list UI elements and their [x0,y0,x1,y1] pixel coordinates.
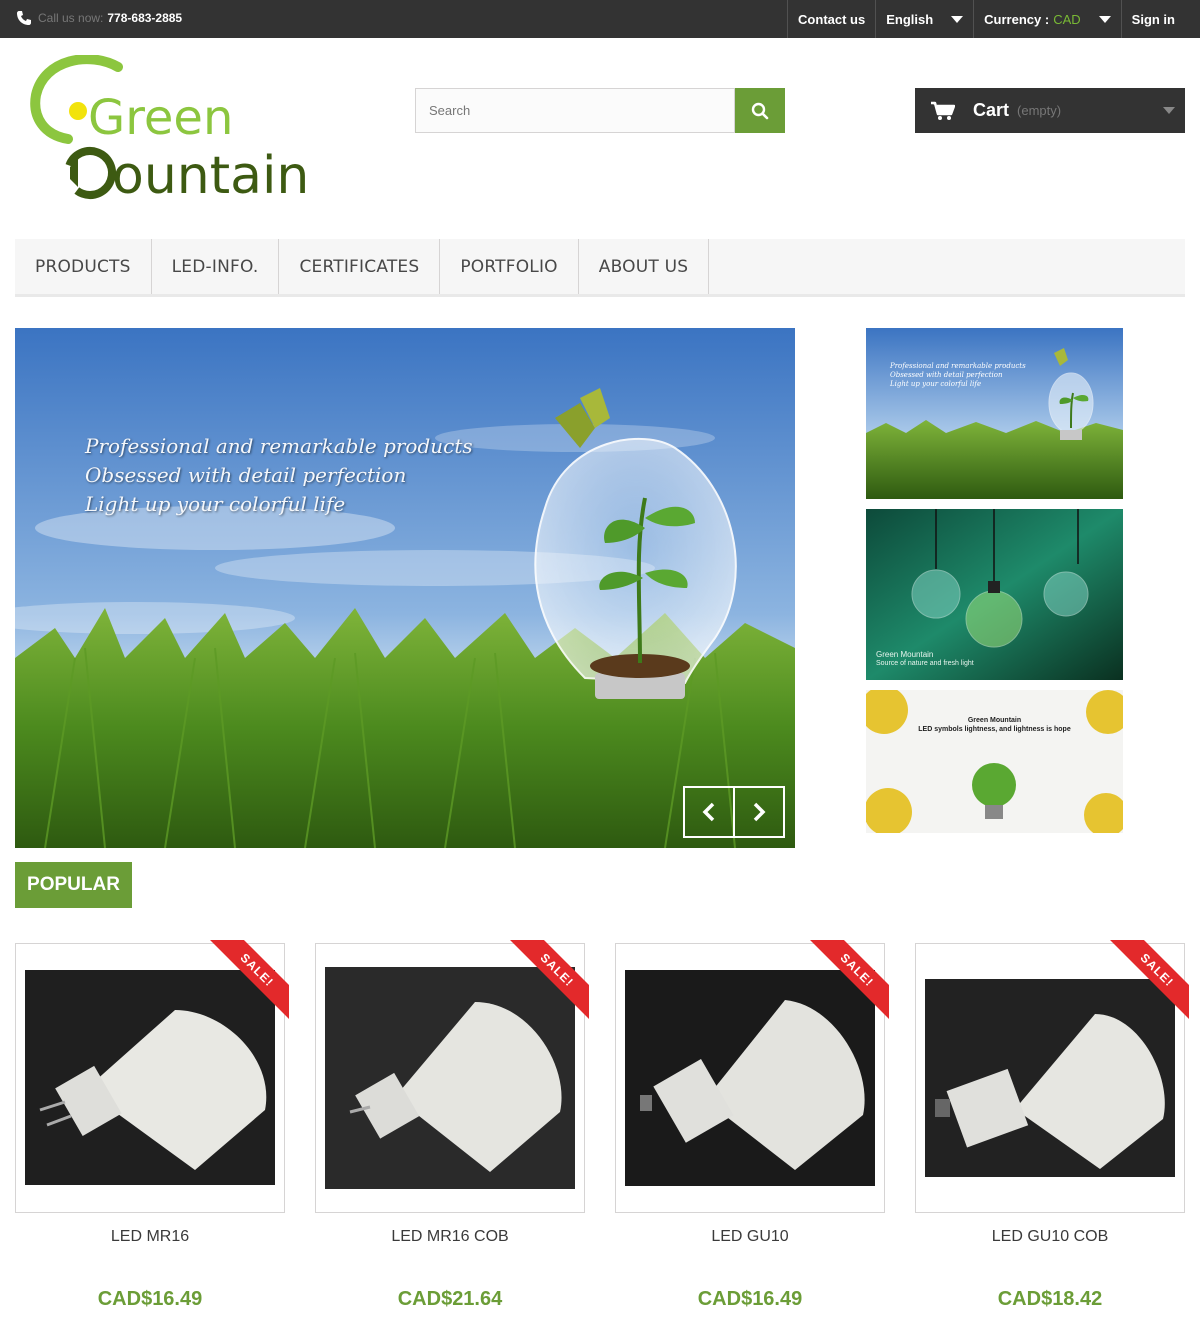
main-menu: PRODUCTS LED-INFO. CERTIFICATES PORTFOLI… [15,239,1185,297]
banner-image [866,690,1123,833]
contact-us-link[interactable]: Contact us [787,0,875,38]
chevron-down-icon [1098,15,1111,23]
phone-number[interactable]: 778-683-2885 [107,11,182,25]
sale-ribbon: SALE! [504,940,589,1025]
top-bar: Call us now: 778-683-2885 Contact us Eng… [0,0,1200,38]
product-image-frame[interactable]: SALE! [315,940,589,1213]
menu-item-portfolio[interactable]: PORTFOLIO [440,239,579,294]
slider-prev-button[interactable] [683,786,735,838]
banner-subtitle: Source of nature and fresh light [876,660,974,667]
slide-line: Professional and remarkable products [85,434,473,458]
product-price: CAD$16.49 [697,1288,803,1310]
menu-item-products[interactable]: PRODUCTS [15,239,152,294]
product-card[interactable]: SALE! LED MR16 COB CAD$21.64 [315,940,589,1311]
banner-line: Obsessed with detail perfection [890,371,1003,379]
phone-icon [17,11,31,25]
banner-line: Professional and remarkable products [890,362,1026,370]
call-us: Call us now: 778-683-2885 [16,10,182,26]
product-image-frame[interactable]: SALE! [915,940,1189,1213]
search-bar [415,88,785,133]
sale-ribbon: SALE! [1104,940,1189,1025]
banner-thumb-1[interactable]: Professional and remarkable products Obs… [866,328,1123,499]
sale-label: SALE! [1106,940,1189,1021]
bulb-icon [69,102,87,120]
slide-caption: Professional and remarkable products Obs… [85,432,473,519]
menu-item-about-us[interactable]: ABOUT US [579,239,710,294]
menu-item-certificates[interactable]: CERTIFICATES [279,239,441,294]
sign-in-link[interactable]: Sign in [1120,0,1185,38]
product-name[interactable]: LED MR16 [15,1228,285,1246]
product-card[interactable]: SALE! LED GU10 COB CAD$18.42 [915,940,1189,1311]
slider-next-button[interactable] [733,786,785,838]
search-input[interactable] [415,88,735,133]
search-icon [751,102,769,119]
language-selector[interactable]: English [875,0,973,38]
slide-line: Obsessed with detail perfection [85,463,407,487]
sign-in-label: Sign in [1131,11,1175,27]
banner-caption: Green Mountain Source of nature and fres… [876,650,974,668]
cart-icon [931,101,955,120]
product-card[interactable]: SALE! LED GU10 CAD$16.49 [615,940,889,1311]
sale-label: SALE! [206,940,289,1021]
slide-line: Light up your colorful life [85,492,346,516]
product-price: CAD$18.42 [997,1288,1103,1310]
banner-line: Light up your colorful life [890,380,982,388]
cart-status: (empty) [1017,103,1062,118]
product-price: CAD$16.49 [97,1288,203,1310]
chevron-down-icon [951,15,964,23]
banner-image [866,328,1123,499]
banner-subtitle: LED symbols lightness, and lightness is … [918,726,1071,733]
chevron-left-icon [702,802,715,822]
product-name[interactable]: LED GU10 COB [915,1228,1185,1246]
banner-title: Green Mountain [967,717,1022,724]
hero-slider[interactable]: Professional and remarkable products Obs… [15,328,795,848]
search-button[interactable] [735,88,785,133]
banner-title: Green Mountain [876,650,934,659]
product-image-frame[interactable]: SALE! [15,940,289,1213]
sale-label: SALE! [506,940,589,1021]
sale-ribbon: SALE! [204,940,289,1025]
currency-selector[interactable]: Currency : CAD [973,0,1120,38]
call-label: Call us now: [38,11,104,25]
sale-ribbon: SALE! [804,940,889,1025]
currency-label: Currency : [984,11,1050,27]
logo-line1: Green [88,90,233,146]
product-card[interactable]: SALE! LED MR16 CAD$16.49 [15,940,289,1311]
sale-label: SALE! [806,940,889,1021]
site-logo[interactable]: Green ountain [30,54,340,206]
tab-popular[interactable]: POPULAR [15,862,132,908]
cart-label: Cart [973,100,1010,120]
chevron-down-icon [1163,107,1175,114]
banner-thumb-3[interactable]: Green Mountain LED symbols lightness, an… [866,690,1123,833]
contact-us-label: Contact us [798,11,866,27]
logo-line2: ountain [112,146,309,205]
slide-image [15,328,795,848]
product-name[interactable]: LED GU10 [615,1228,885,1246]
currency-value: CAD [1053,11,1081,27]
chevron-right-icon [753,802,766,822]
product-price: CAD$21.64 [397,1288,503,1310]
menu-item-led-info[interactable]: LED-INFO. [152,239,280,294]
language-label: English [886,11,934,27]
banner-caption: Professional and remarkable products Obs… [890,362,1026,389]
product-name[interactable]: LED MR16 COB [315,1228,585,1246]
top-nav: Contact us English Currency : CAD Sign in [787,0,1185,38]
banner-thumb-2[interactable]: Green Mountain Source of nature and fres… [866,509,1123,680]
cart-button[interactable]: Cart (empty) [915,88,1185,133]
banner-caption: Green Mountain LED symbols lightness, an… [866,716,1123,734]
product-image-frame[interactable]: SALE! [615,940,889,1213]
